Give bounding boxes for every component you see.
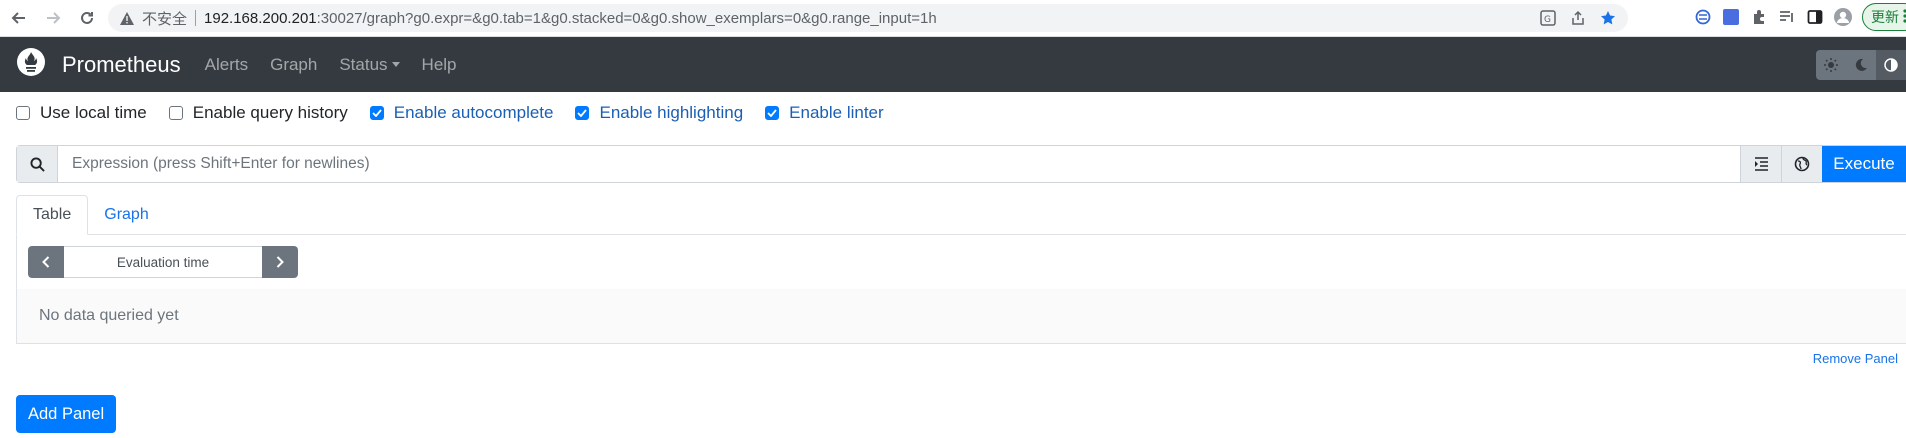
reload-button[interactable] <box>72 3 102 33</box>
extension-jh-icon[interactable] <box>1722 8 1740 26</box>
globe-icon <box>1794 156 1810 172</box>
theme-toggle-group <box>1816 50 1906 80</box>
expression-bar: Expression (press Shift+Enter for newlin… <box>16 145 1906 183</box>
back-button[interactable] <box>4 3 34 33</box>
sun-icon <box>1824 58 1838 72</box>
chevron-left-icon <box>42 256 50 268</box>
tab-table[interactable]: Table <box>16 195 89 235</box>
address-separator <box>195 10 197 26</box>
update-button[interactable]: 更新 <box>1862 3 1906 31</box>
half-circle-icon <box>1884 58 1898 72</box>
chevron-right-icon <box>276 256 284 268</box>
checkbox-checked[interactable] <box>575 106 590 120</box>
brand[interactable]: Prometheus <box>16 47 181 82</box>
panel-tabs: Table Graph <box>16 195 165 235</box>
update-label: 更新 <box>1871 9 1899 25</box>
format-expression-button[interactable] <box>1740 146 1781 182</box>
forward-button[interactable] <box>38 3 68 33</box>
moon-icon <box>1855 58 1867 71</box>
share-icon[interactable] <box>1570 10 1586 30</box>
reload-icon <box>81 11 93 24</box>
auto-theme-button[interactable] <box>1876 50 1906 80</box>
extensions-puzzle-icon[interactable] <box>1750 8 1768 26</box>
address-bar[interactable]: 不安全 192.168.200.201:30027/graph?g0.expr=… <box>108 4 1628 32</box>
arrow-right-icon <box>47 12 61 24</box>
browser-toolbar: 不安全 192.168.200.201:30027/graph?g0.expr=… <box>0 0 1906 37</box>
execute-button[interactable]: Execute <box>1822 146 1906 182</box>
profile-avatar-icon[interactable] <box>1834 8 1852 26</box>
nav-status-label: Status <box>339 54 388 74</box>
nav-alerts[interactable]: Alerts <box>205 55 248 75</box>
warning-icon <box>120 11 134 25</box>
option-label: Use local time <box>40 103 147 122</box>
prometheus-logo-icon <box>16 47 46 82</box>
nav-links: Alerts Graph Status Help <box>205 55 457 75</box>
search-icon <box>29 156 45 172</box>
checkbox[interactable] <box>16 106 30 120</box>
option-label: Enable autocomplete <box>393 103 554 122</box>
option-enable-query-history[interactable]: Enable query history <box>168 103 348 123</box>
nav-status-dropdown[interactable]: Status <box>339 54 400 75</box>
nav-graph[interactable]: Graph <box>270 55 317 75</box>
evaluation-time-group: Evaluation time <box>28 246 298 278</box>
option-enable-highlighting[interactable]: Enable highlighting <box>575 103 743 123</box>
extensions-area: 更新 <box>1694 3 1906 31</box>
checkbox[interactable] <box>168 106 183 120</box>
empty-message: No data queried yet <box>17 289 1906 343</box>
insecure-label: 不安全 <box>142 10 188 28</box>
option-label: Enable highlighting <box>599 103 744 122</box>
evaluation-time-input[interactable]: Evaluation time <box>64 246 262 278</box>
panel-body: Evaluation time No data queried yet <box>16 234 1906 344</box>
option-enable-linter[interactable]: Enable linter <box>765 103 884 123</box>
option-label: Enable query history <box>192 103 348 122</box>
indent-icon <box>1754 157 1768 171</box>
brand-title: Prometheus <box>62 51 181 77</box>
side-panel-icon[interactable] <box>1806 8 1824 26</box>
url-host: 192.168.200.201 <box>204 9 317 27</box>
arrow-left-icon <box>11 12 25 24</box>
add-panel-button[interactable]: Add Panel <box>16 395 117 433</box>
checkbox-checked[interactable] <box>765 106 780 120</box>
bookmark-star-icon[interactable] <box>1600 10 1616 30</box>
check-icon <box>372 109 382 117</box>
expression-input[interactable]: Expression (press Shift+Enter for newlin… <box>58 146 1740 182</box>
remove-panel-link[interactable]: Remove Panel <box>1813 351 1898 366</box>
svg-text:G: G <box>1544 15 1551 25</box>
option-use-local-time[interactable]: Use local time <box>16 103 147 123</box>
url-path: :30027/graph?g0.expr=&g0.tab=1&g0.stacke… <box>316 9 937 27</box>
query-options: Use local time Enable query history Enab… <box>0 92 1906 134</box>
caret-down-icon <box>391 62 400 67</box>
option-enable-autocomplete[interactable]: Enable autocomplete <box>369 103 554 123</box>
light-theme-button[interactable] <box>1816 50 1846 80</box>
prometheus-navbar: Prometheus Alerts Graph Status Help <box>0 37 1906 92</box>
check-icon <box>577 109 588 117</box>
eval-prev-button[interactable] <box>28 246 64 278</box>
reading-list-icon[interactable] <box>1778 8 1796 26</box>
option-label: Enable linter <box>789 103 884 122</box>
extension-globe-icon[interactable] <box>1694 8 1712 26</box>
eval-next-button[interactable] <box>262 246 298 278</box>
dark-theme-button[interactable] <box>1846 50 1876 80</box>
search-prefix <box>17 146 58 182</box>
translate-icon[interactable]: G <box>1540 10 1556 30</box>
metrics-explorer-button[interactable] <box>1781 146 1822 182</box>
check-icon <box>767 109 777 117</box>
tab-graph[interactable]: Graph <box>88 195 164 235</box>
checkbox-checked[interactable] <box>369 106 384 120</box>
nav-help[interactable]: Help <box>422 55 457 75</box>
